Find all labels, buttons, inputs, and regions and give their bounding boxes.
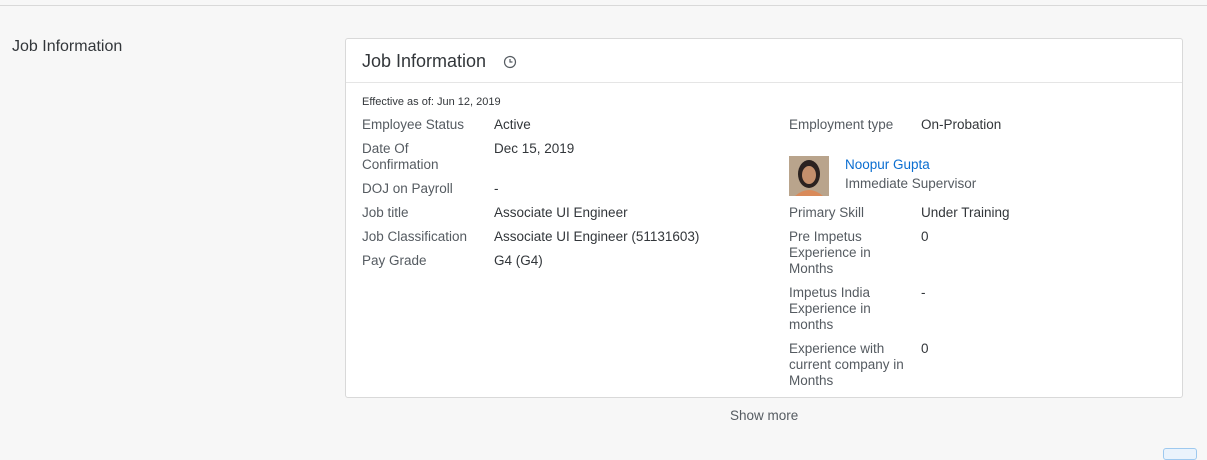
supervisor-role: Immediate Supervisor (845, 176, 977, 191)
card-header: Job Information (346, 39, 1182, 83)
card-title: Job Information (362, 51, 487, 71)
job-classification-value: Associate UI Engineer (51131603) (494, 229, 700, 244)
primary-skill-label: Primary Skill (789, 205, 865, 220)
job-title-value: Associate UI Engineer (494, 205, 628, 220)
pay-grade-value: G4 (G4) (494, 253, 543, 268)
job-classification-label: Job Classification (362, 229, 468, 244)
job-title-label: Job title (362, 205, 409, 220)
pre-impetus-experience-value: 0 (921, 229, 929, 244)
date-of-confirmation-value: Dec 15, 2019 (494, 141, 575, 156)
supervisor-avatar[interactable] (789, 156, 829, 196)
top-divider (0, 5, 1207, 6)
history-icon[interactable] (503, 55, 517, 69)
doj-on-payroll-label: DOJ on Payroll (362, 181, 453, 196)
employment-type-label: Employment type (789, 117, 894, 132)
job-information-card: Job Information Effective as of: Jun 12,… (345, 38, 1183, 398)
current-company-experience-value: 0 (921, 341, 929, 356)
pre-impetus-experience-label: Pre Impetus Experience in Months (789, 229, 871, 276)
current-company-experience-label: Experience with current company in Month… (789, 341, 904, 388)
impetus-india-experience-label: Impetus India Experience in months (789, 285, 871, 332)
employment-type-value: On-Probation (921, 117, 1002, 132)
employee-status-value: Active (494, 117, 531, 132)
supervisor-name-link[interactable]: Noopur Gupta (845, 157, 930, 172)
employee-status-label: Employee Status (362, 117, 465, 132)
corner-widget[interactable] (1163, 448, 1197, 460)
section-label: Job Information (12, 38, 123, 55)
date-of-confirmation-label: Date Of Confirmation (362, 141, 439, 172)
doj-on-payroll-value: - (494, 181, 499, 196)
effective-date: Effective as of: Jun 12, 2019 (362, 96, 501, 108)
pay-grade-label: Pay Grade (362, 253, 427, 268)
show-more-link[interactable]: Show more (730, 408, 798, 423)
impetus-india-experience-value: - (921, 285, 926, 300)
primary-skill-value: Under Training (921, 205, 1010, 220)
